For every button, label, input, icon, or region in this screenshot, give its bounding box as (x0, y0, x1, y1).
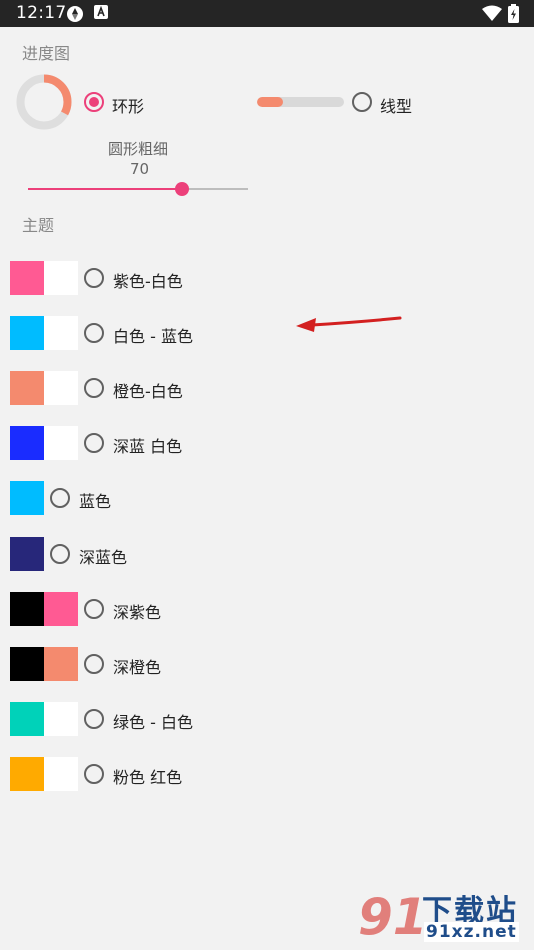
linear-progress-fill (257, 97, 284, 107)
theme-swatch (44, 647, 78, 681)
ring-progress-preview (16, 74, 72, 130)
theme-label[interactable]: 粉色 红色 (113, 764, 182, 788)
theme-label[interactable]: 深蓝 白色 (113, 433, 182, 457)
theme-label[interactable]: 橙色-白色 (113, 378, 183, 402)
theme-label[interactable]: 蓝色 (79, 488, 111, 512)
watermark-logo: 91 下载站 91xz.net (358, 888, 528, 948)
theme-row[interactable]: 橙色-白色 (0, 371, 534, 405)
theme-radio[interactable] (84, 654, 104, 674)
slider-fill (28, 188, 182, 190)
theme-swatch (10, 481, 44, 515)
linear-option-label[interactable]: 线型 (380, 93, 412, 117)
status-time: 12:17 (16, 3, 67, 23)
theme-swatch (10, 757, 44, 791)
theme-swatch (44, 592, 78, 626)
watermark-domain: 91xz.net (424, 922, 519, 942)
theme-swatch (44, 261, 78, 295)
theme-radio[interactable] (50, 488, 70, 508)
wifi-icon (482, 5, 502, 21)
theme-radio[interactable] (84, 599, 104, 619)
theme-radio[interactable] (84, 323, 104, 343)
theme-row[interactable]: 深紫色 (0, 592, 534, 626)
theme-label[interactable]: 深蓝色 (79, 544, 127, 568)
linear-progress-preview (257, 97, 344, 107)
theme-label[interactable]: 紫色-白色 (113, 268, 183, 292)
theme-row[interactable]: 粉色 红色 (0, 757, 534, 791)
theme-section-title: 主题 (22, 216, 55, 235)
thickness-value: 70 (130, 160, 150, 178)
ring-radio[interactable] (84, 92, 104, 112)
theme-row[interactable]: 深蓝色 (0, 537, 534, 571)
sync-icon (67, 6, 83, 22)
theme-label[interactable]: 白色 - 蓝色 (113, 323, 193, 347)
theme-swatch (44, 426, 78, 460)
theme-row[interactable]: 深橙色 (0, 647, 534, 681)
theme-swatch (44, 316, 78, 350)
theme-row[interactable]: 白色 - 蓝色 (0, 316, 534, 350)
theme-swatch (10, 371, 44, 405)
watermark-number: 91 (358, 888, 428, 946)
theme-swatch (10, 316, 44, 350)
theme-swatch (10, 426, 44, 460)
theme-radio[interactable] (84, 378, 104, 398)
linear-radio[interactable] (352, 92, 372, 112)
theme-label[interactable]: 绿色 - 白色 (113, 709, 193, 733)
theme-row[interactable]: 蓝色 (0, 481, 534, 515)
theme-radio[interactable] (84, 433, 104, 453)
status-bar: 12:17 (0, 0, 534, 27)
theme-swatch (10, 537, 44, 571)
theme-row[interactable]: 深蓝 白色 (0, 426, 534, 460)
theme-swatch (44, 371, 78, 405)
accessibility-icon (94, 5, 108, 19)
thickness-label: 圆形粗细 (108, 140, 169, 158)
theme-swatch (44, 702, 78, 736)
slider-thumb[interactable] (175, 182, 189, 196)
thickness-slider[interactable] (28, 182, 248, 196)
theme-radio[interactable] (50, 544, 70, 564)
theme-row[interactable]: 绿色 - 白色 (0, 702, 534, 736)
theme-radio[interactable] (84, 764, 104, 784)
theme-swatch (10, 261, 44, 295)
theme-row[interactable]: 紫色-白色 (0, 261, 534, 295)
theme-swatch (10, 702, 44, 736)
theme-radio[interactable] (84, 709, 104, 729)
annotation-arrow (296, 316, 402, 332)
theme-label[interactable]: 深紫色 (113, 599, 161, 623)
theme-swatch (44, 757, 78, 791)
theme-swatch (10, 647, 44, 681)
theme-swatch (10, 592, 44, 626)
progress-section-title: 进度图 (22, 44, 71, 63)
theme-label[interactable]: 深橙色 (113, 654, 161, 678)
battery-icon (508, 4, 519, 23)
theme-radio[interactable] (84, 268, 104, 288)
ring-option-label[interactable]: 环形 (112, 93, 144, 117)
